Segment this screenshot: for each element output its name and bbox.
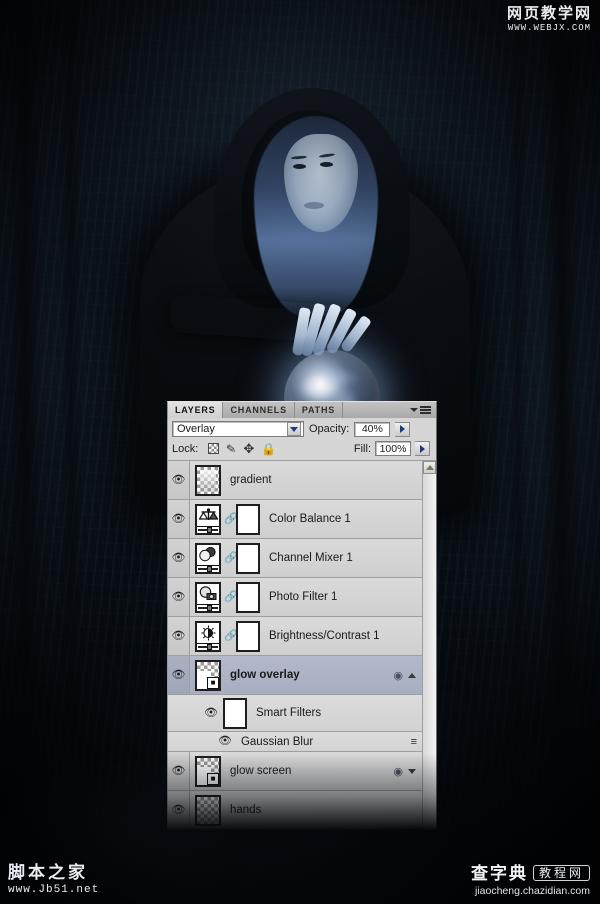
smart-filter-indicator-icon[interactable]: ◉ — [393, 765, 403, 778]
layer-thumbnail[interactable]: ■ — [195, 659, 221, 691]
lock-transparent-pixels-icon[interactable] — [208, 443, 220, 454]
layer-visibility-toggle[interactable]: 👁 — [168, 461, 190, 499]
layer-name[interactable]: Brightness/Contrast 1 — [269, 630, 380, 642]
watermark-bl-url: www.Jb51.net — [8, 884, 100, 896]
fill-input[interactable]: 100% — [375, 441, 411, 456]
watermark-br-badge: 教程网 — [532, 865, 590, 881]
fill-label: Fill: — [353, 442, 371, 455]
layer-row-glow-overlay[interactable]: 👁 ■ glow overlay ◉ — [168, 656, 422, 695]
expand-triangle-icon[interactable] — [408, 768, 416, 774]
panel-menu-button[interactable] — [410, 402, 436, 418]
layer-name[interactable]: Photo Filter 1 — [269, 591, 337, 603]
smart-object-badge-icon: ■ — [207, 676, 219, 689]
opacity-slider-button[interactable] — [395, 421, 411, 437]
layer-row-gradient[interactable]: 👁 gradient — [168, 461, 422, 500]
layer-name[interactable]: Gaussian Blur — [241, 736, 313, 748]
blend-mode-dropdown-icon[interactable] — [287, 422, 301, 436]
smart-object-badge-icon: ■ — [207, 772, 219, 785]
layer-name[interactable]: Color Balance 1 — [269, 513, 351, 525]
link-icon[interactable]: 🔗 — [224, 591, 238, 603]
layer-mask-thumbnail[interactable] — [236, 542, 260, 574]
layer-row-color-balance[interactable]: 👁 🔗 Color Balance 1 — [168, 500, 422, 539]
layer-row-glow-screen[interactable]: 👁 ■ glow screen ◉ — [168, 752, 422, 791]
menu-lines-icon — [420, 406, 431, 414]
watermark-bottom-left: 脚本之家 www.Jb51.net — [8, 864, 99, 896]
watermark-top-cn: 网页教学网 — [506, 5, 592, 22]
layer-thumbnail[interactable] — [195, 464, 221, 496]
layer-visibility-toggle[interactable]: 👁 — [168, 791, 190, 829]
layer-row-gaussian-blur[interactable]: 👁 Gaussian Blur ≡ — [168, 732, 422, 752]
layer-visibility-toggle[interactable]: 👁 — [168, 617, 190, 655]
lens-camera-icon — [199, 586, 217, 600]
lock-row: Lock: ✎ ✥ 🔒 Fill: 100% — [168, 439, 436, 461]
blend-mode-value: Overlay — [177, 423, 215, 435]
opacity-label: Opacity: — [309, 423, 350, 435]
watermark-bl-cn: 脚本之家 — [8, 863, 88, 882]
fill-slider-button[interactable] — [415, 441, 430, 456]
layer-visibility-toggle[interactable]: 👁 — [168, 500, 190, 538]
scales-icon — [198, 507, 218, 520]
layer-name[interactable]: glow screen — [230, 765, 291, 777]
layer-visibility-toggle[interactable]: 👁 — [168, 656, 190, 694]
tab-channels[interactable]: CHANNELS — [223, 402, 295, 418]
layer-name[interactable]: hands — [230, 804, 261, 816]
layer-name[interactable]: Smart Filters — [256, 707, 321, 719]
layer-visibility-toggle[interactable]: 👁 — [168, 539, 190, 577]
watermark-top-url: WWW.WEBJX.COM — [507, 23, 592, 33]
blend-row: Overlay Opacity: 40% — [168, 418, 436, 439]
scroll-up-icon[interactable] — [423, 461, 436, 474]
lock-label: Lock: — [172, 442, 199, 455]
layer-thumbnail[interactable]: ■ — [195, 755, 221, 787]
panel-tabbar: LAYERS CHANNELS PATHS — [167, 401, 437, 418]
layer-visibility-toggle[interactable]: 👁 — [168, 578, 190, 616]
layer-name[interactable]: Channel Mixer 1 — [269, 552, 353, 564]
smart-filter-mask-thumbnail[interactable] — [222, 697, 247, 729]
layer-name[interactable]: glow overlay — [230, 669, 300, 681]
opacity-input[interactable]: 40% — [354, 421, 391, 437]
lock-all-icon[interactable]: 🔒 — [261, 443, 276, 455]
layer-mask-thumbnail[interactable] — [236, 620, 260, 652]
layers-scrollbar[interactable] — [422, 461, 436, 830]
layer-row-smart-filters[interactable]: 👁 Smart Filters — [168, 695, 422, 732]
layer-row-photo-filter[interactable]: 👁 🔗 Photo Filter 1 — [168, 578, 422, 617]
watermark-bottom-right: 查字典 教程网 jiaocheng.chazidian.com — [471, 865, 590, 897]
overlapping-circles-icon — [199, 547, 216, 562]
watermark-top-right: 网页教学网 WWW.WEBJX.COM — [507, 6, 592, 33]
watermark-br-url: jiaocheng.chazidian.com — [475, 884, 590, 897]
filter-visibility-toggle[interactable]: 👁 — [218, 736, 232, 747]
photo-filter-icon[interactable] — [195, 581, 221, 613]
channel-mixer-icon[interactable] — [195, 542, 221, 574]
collapse-triangle-icon[interactable] — [408, 672, 416, 678]
tab-layers[interactable]: LAYERS — [168, 402, 224, 418]
link-icon[interactable]: 🔗 — [224, 630, 238, 642]
layer-row-hands[interactable]: 👁 hands — [168, 791, 422, 830]
layer-thumbnail[interactable] — [195, 794, 221, 826]
layer-mask-thumbnail[interactable] — [236, 503, 260, 535]
layer-mask-thumbnail[interactable] — [236, 581, 260, 613]
color-balance-icon[interactable] — [195, 503, 221, 535]
smart-filters-visibility-toggle[interactable]: 👁 — [204, 707, 218, 719]
layers-list: 👁 gradient 👁 🔗 Color Balance 1 👁 🔗 Chann… — [168, 461, 422, 830]
layer-visibility-toggle[interactable]: 👁 — [168, 752, 190, 790]
lock-position-icon[interactable]: ✥ — [243, 442, 254, 455]
layers-area: 👁 gradient 👁 🔗 Color Balance 1 👁 🔗 Chann… — [168, 461, 436, 830]
layers-panel[interactable]: LAYERS CHANNELS PATHS Overlay Opacity: 4… — [167, 401, 437, 831]
sun-half-icon — [201, 625, 215, 640]
link-icon[interactable]: 🔗 — [224, 552, 238, 564]
watermark-br-cn: 查字典 — [470, 863, 528, 883]
panel-body: Overlay Opacity: 40% Lock: ✎ ✥ 🔒 Fill: 1… — [167, 418, 437, 830]
chevron-down-icon — [410, 408, 418, 412]
layer-name[interactable]: gradient — [230, 474, 272, 486]
link-icon[interactable]: 🔗 — [224, 513, 238, 525]
smart-filter-indicator-icon[interactable]: ◉ — [393, 669, 403, 682]
scrollbar-track[interactable] — [423, 474, 436, 830]
blend-mode-select[interactable]: Overlay — [172, 421, 304, 437]
lock-image-pixels-icon[interactable]: ✎ — [226, 441, 237, 456]
filter-options-icon[interactable]: ≡ — [411, 736, 418, 748]
layer-row-brightness-contrast[interactable]: 👁 🔗 Brightness/Contrast 1 — [168, 617, 422, 656]
tab-paths[interactable]: PATHS — [295, 402, 344, 418]
brightness-contrast-icon[interactable] — [195, 620, 221, 652]
layer-row-channel-mixer[interactable]: 👁 🔗 Channel Mixer 1 — [168, 539, 422, 578]
